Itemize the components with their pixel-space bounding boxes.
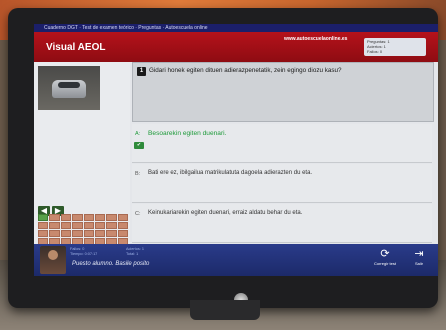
- question-grid-cell[interactable]: [94, 222, 106, 229]
- monitor: Cuaderno DGT · Test de examen teórico · …: [8, 8, 438, 308]
- student-message: Puesto alumno. Basile posito: [72, 261, 150, 267]
- answer-text: Keinukariarekin egiten duenari, erraiz a…: [148, 210, 303, 216]
- question-grid-cell[interactable]: [38, 214, 49, 221]
- window-titlebar: Cuaderno DGT · Test de examen teórico · …: [34, 24, 438, 32]
- footer-stat: Tiempo: 0:07:17: [70, 252, 98, 256]
- question-grid-cell[interactable]: [49, 214, 60, 221]
- question-grid-cell[interactable]: [60, 222, 72, 229]
- stat-wrong: Fallos: 0: [367, 49, 383, 54]
- question-grid-cell[interactable]: [106, 214, 117, 221]
- question-box: 1 Gidari honek egiten dituen adierazpene…: [132, 62, 434, 122]
- question-grid-cell[interactable]: [72, 222, 83, 229]
- question-grid-cell[interactable]: [83, 230, 94, 237]
- question-grid-cell[interactable]: [72, 230, 83, 237]
- question-grid-cell[interactable]: [106, 230, 117, 237]
- answer-a[interactable]: A: Besoarekin egiten duenari. ✔: [132, 124, 432, 163]
- correct-check-icon: ✔: [134, 142, 144, 149]
- question-grid-cell[interactable]: [49, 222, 60, 229]
- app-brand: Visual AEOL: [46, 42, 106, 53]
- question-grid-cell[interactable]: [72, 214, 83, 221]
- question-grid-cell[interactable]: [60, 230, 72, 237]
- footer-bar: Fallos: 0 Aciertos: 1Tiempo: 0:07:17 Total…: [34, 244, 438, 276]
- screen: Cuaderno DGT · Test de examen teórico · …: [34, 24, 438, 276]
- question-image: [38, 66, 100, 110]
- answer-letter: A:: [135, 131, 141, 137]
- answer-text: Bati ere ez, ibilgailua matrikulatuta da…: [148, 170, 313, 176]
- question-grid-cell[interactable]: [117, 222, 128, 229]
- footer-stats: Fallos: 0 Aciertos: 1Tiempo: 0:07:17 Total…: [70, 247, 190, 257]
- question-grid-cell[interactable]: [106, 222, 117, 229]
- correct-test-button[interactable]: ⟳ Corregir test: [372, 247, 398, 273]
- question-grid-cell[interactable]: [83, 214, 94, 221]
- question-grid-cell[interactable]: [49, 230, 60, 237]
- answer-letter: B:: [135, 171, 141, 177]
- header-stats: Preguntas: 1 Aciertos: 1 Fallos: 0: [364, 38, 426, 56]
- question-grid-cell[interactable]: [94, 214, 106, 221]
- exit-icon: ⇥: [414, 248, 424, 260]
- footer-stat: Total: 1: [126, 252, 139, 256]
- site-url: www.autoescuelaonline.es: [284, 36, 348, 42]
- question-grid-cell[interactable]: [38, 230, 49, 237]
- refresh-icon: ⟳: [380, 248, 390, 260]
- button-label: Corregir test: [373, 261, 396, 266]
- answer-text: Besoarekin egiten duenari.: [148, 130, 227, 137]
- question-grid-cell[interactable]: [94, 230, 106, 237]
- question-grid-cell[interactable]: [38, 222, 49, 229]
- student-avatar: [40, 246, 66, 274]
- question-grid-cell[interactable]: [117, 230, 128, 237]
- car-image: [52, 80, 86, 98]
- answer-c[interactable]: C: Keinukariarekin egiten duenari, errai…: [132, 204, 432, 243]
- question-text: Gidari honek egiten dituen adierazpeneta…: [149, 67, 342, 74]
- question-number: 1: [137, 67, 146, 76]
- monitor-stand: [190, 300, 260, 320]
- question-grid-cell[interactable]: [117, 214, 128, 221]
- button-label: Salir: [414, 261, 423, 266]
- question-grid-cell[interactable]: [60, 214, 72, 221]
- exit-button[interactable]: ⇥ Salir: [406, 247, 432, 273]
- app-header: Visual AEOL www.autoescuelaonline.es Pre…: [34, 32, 438, 62]
- question-grid-cell[interactable]: [83, 222, 94, 229]
- answer-b[interactable]: B: Bati ere ez, ibilgailua matrikulatuta…: [132, 164, 432, 203]
- answer-letter: C:: [135, 211, 141, 217]
